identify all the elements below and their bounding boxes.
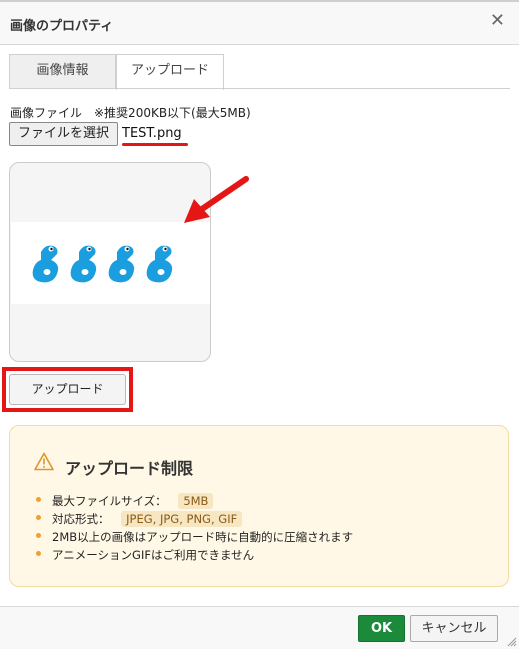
dialog-footer: OK キャンセル (0, 606, 519, 649)
dialog-titlebar: 画像のプロパティ ✕ (0, 0, 519, 45)
tab-upload[interactable]: アップロード (116, 54, 224, 90)
bird-icon (146, 245, 173, 283)
image-properties-dialog: 画像のプロパティ ✕ 画像情報 アップロード 画像ファイル ※推奨200KB以下… (0, 0, 519, 649)
bird-icon (70, 245, 97, 283)
bullet-icon (36, 497, 41, 502)
notice-title: アップロード制限 (65, 459, 194, 478)
bullet-icon (36, 533, 41, 538)
warning-icon (34, 452, 54, 471)
resize-grip-icon[interactable] (507, 637, 517, 647)
limit-value-badge: JPEG, JPG, PNG, GIF (121, 511, 243, 527)
ok-button[interactable]: OK (358, 615, 405, 642)
limit-text: 2MB以上の画像はアップロード時に自動的に圧縮されます (52, 530, 354, 544)
limit-text: 対応形式： (52, 512, 110, 526)
list-item: アニメーションGIFはご利用できません (34, 546, 353, 564)
limits-list: 最大ファイルサイズ： 5MB 対応形式： JPEG, JPG, PNG, GIF… (34, 492, 353, 564)
image-file-label: 画像ファイル ※推奨200KB以下(最大5MB) (10, 106, 251, 120)
limit-text: 最大ファイルサイズ： (52, 494, 167, 508)
limit-text: アニメーションGIFはご利用できません (52, 548, 255, 562)
bird-icon (32, 245, 59, 283)
selected-file-name: TEST.png (122, 126, 182, 141)
list-item: 最大ファイルサイズ： 5MB (34, 492, 353, 510)
bird-icon (108, 245, 135, 283)
upload-button[interactable]: アップロード (9, 374, 126, 405)
dialog-title: 画像のプロパティ (10, 19, 114, 34)
choose-file-button[interactable]: ファイルを選択 (9, 122, 118, 146)
bullet-icon (36, 515, 41, 520)
list-item: 2MB以上の画像はアップロード時に自動的に圧縮されます (34, 528, 353, 546)
cancel-button[interactable]: キャンセル (410, 615, 498, 642)
annotation-arrow (184, 176, 249, 223)
list-item: 対応形式： JPEG, JPG, PNG, GIF (34, 510, 353, 528)
upload-limits-notice: アップロード制限 最大ファイルサイズ： 5MB 対応形式： JPEG, JPG,… (9, 425, 509, 587)
tab-divider (9, 88, 510, 89)
limit-value-badge: 5MB (178, 493, 214, 509)
bullet-icon (36, 551, 41, 556)
tab-image-info[interactable]: 画像情報 (9, 54, 116, 88)
close-icon[interactable]: ✕ (490, 11, 505, 31)
preview-image (11, 222, 210, 304)
annotation-underline (122, 143, 188, 146)
